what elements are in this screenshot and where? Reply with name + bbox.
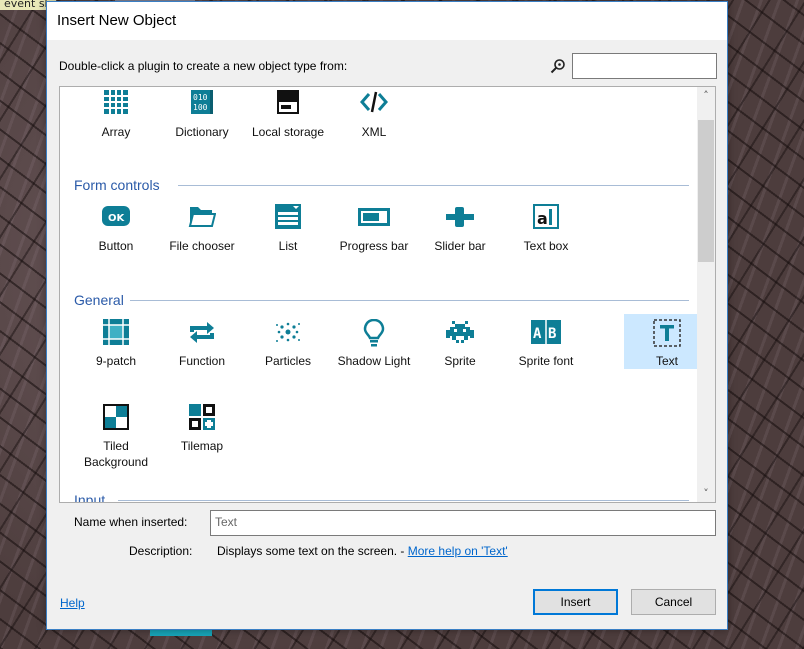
plugin-local-storage[interactable]: Local storage: [245, 90, 331, 140]
plugin-list-content: Array 010 100 Dictionary Local storage XM…: [60, 87, 710, 503]
space-invader-icon: [446, 319, 474, 347]
nine-patch-icon: [102, 319, 130, 347]
dialog-prompt: Double-click a plugin to create a new ob…: [59, 59, 348, 73]
plugin-sprite-font[interactable]: AB Sprite font: [503, 319, 589, 369]
plugin-label: Dictionary: [175, 125, 229, 139]
plugin-label: 9-patch: [95, 354, 137, 368]
plugin-label: Progress bar: [339, 239, 409, 253]
insert-object-dialog: Insert New Object Double-click a plugin …: [46, 1, 728, 630]
category-divider: [118, 500, 689, 501]
plugin-list[interactable]: Array 010 100 Dictionary Local storage XM…: [59, 86, 716, 503]
plugin-file-chooser[interactable]: File chooser: [159, 204, 245, 254]
svg-text:A: A: [533, 326, 542, 342]
dictionary-icon: 010 100: [188, 90, 216, 118]
plugin-label: File chooser: [169, 239, 235, 253]
scroll-up-icon[interactable]: ˄: [697, 87, 715, 104]
plugin-label: Function: [178, 354, 226, 368]
plugin-progress-bar[interactable]: Progress bar: [331, 204, 417, 254]
plugin-particles[interactable]: Particles: [245, 319, 331, 369]
scroll-thumb[interactable]: [698, 120, 714, 262]
insert-button[interactable]: Insert: [533, 589, 618, 615]
plugin-function[interactable]: Function: [159, 319, 245, 369]
more-help-link[interactable]: More help on 'Text': [408, 544, 508, 558]
plugin-xml[interactable]: XML: [331, 90, 417, 140]
sprite-font-icon: AB: [531, 319, 561, 347]
plugin-label: Slider bar: [434, 239, 486, 253]
plugin-array[interactable]: Array: [73, 90, 159, 140]
plugin-list[interactable]: List: [245, 204, 331, 254]
description-text: Displays some text on the screen. - More…: [217, 544, 508, 558]
description-body: Displays some text on the screen. -: [217, 544, 408, 558]
plugin-dictionary[interactable]: 010 100 Dictionary: [159, 90, 245, 140]
plugin-slider-bar[interactable]: Slider bar: [417, 204, 503, 254]
lightbulb-icon: [360, 319, 388, 347]
svg-text:OK: OK: [108, 213, 126, 224]
plugin-label: Particles: [264, 354, 311, 368]
category-form-controls: Form controls: [74, 177, 160, 193]
plugin-label: List: [278, 239, 298, 253]
text-t-icon: [653, 319, 681, 347]
plugin-shadow-light[interactable]: Shadow Light: [331, 319, 417, 369]
svg-text:010: 010: [193, 93, 208, 102]
plugin-label: Sprite font: [518, 354, 574, 368]
description-label: Description:: [129, 544, 193, 558]
plugin-label-line: Tiled: [103, 439, 129, 453]
progress-bar-icon: [358, 204, 390, 232]
plugin-label-line: Background: [83, 455, 149, 469]
scroll-down-icon[interactable]: ˅: [697, 485, 715, 502]
name-when-inserted-label: Name when inserted:: [74, 515, 188, 529]
folder-icon: [188, 204, 216, 232]
plugin-label: Tilemap: [180, 439, 224, 453]
plugin-9-patch[interactable]: 9-patch: [73, 319, 159, 369]
category-general: General: [74, 292, 124, 308]
cancel-button[interactable]: Cancel: [631, 589, 716, 615]
plugin-label: Array: [101, 125, 131, 139]
tiled-background-icon: [102, 404, 130, 432]
plugin-tiled-background[interactable]: Tiled Background: [73, 404, 159, 470]
svg-text:B: B: [548, 326, 556, 342]
dialog-title-bar[interactable]: Insert New Object: [47, 2, 727, 40]
vertical-scrollbar[interactable]: ˄ ˅: [697, 87, 715, 502]
category-input: Input: [74, 492, 106, 503]
local-storage-icon: [274, 90, 302, 118]
svg-text:a: a: [537, 209, 548, 228]
plugin-text-box[interactable]: a Text box: [503, 204, 589, 254]
category-divider: [178, 185, 689, 186]
plugin-sprite[interactable]: Sprite: [417, 319, 503, 369]
plugin-label: Shadow Light: [337, 354, 411, 368]
slider-icon: [446, 204, 474, 232]
xml-icon: [360, 90, 388, 118]
plugin-label: Button: [98, 239, 134, 253]
plugin-label: XML: [361, 125, 387, 139]
array-icon: [102, 90, 130, 118]
particles-icon: [274, 319, 302, 347]
plugin-label: Local storage: [251, 125, 325, 139]
plugin-button[interactable]: OK Button: [73, 204, 159, 254]
svg-text:100: 100: [193, 103, 208, 112]
dialog-title: Insert New Object: [57, 12, 177, 29]
background-strip-text: event sh: [4, 0, 52, 10]
text-box-icon: a: [532, 204, 560, 232]
plugin-label: Sprite: [444, 354, 476, 368]
list-icon: [274, 204, 302, 232]
ok-button-icon: OK: [102, 204, 130, 232]
object-name-input[interactable]: Text: [210, 510, 716, 536]
plugin-tilemap[interactable]: Tilemap: [159, 404, 245, 454]
tilemap-icon: [188, 404, 216, 432]
search-input[interactable]: [572, 53, 717, 79]
help-link[interactable]: Help: [60, 596, 85, 610]
plugin-label: Text box: [523, 239, 569, 253]
category-divider: [130, 300, 689, 301]
refresh-arrows-icon: [188, 319, 216, 347]
plugin-label: Tiled Background: [73, 438, 159, 470]
search-icon: [550, 58, 566, 74]
